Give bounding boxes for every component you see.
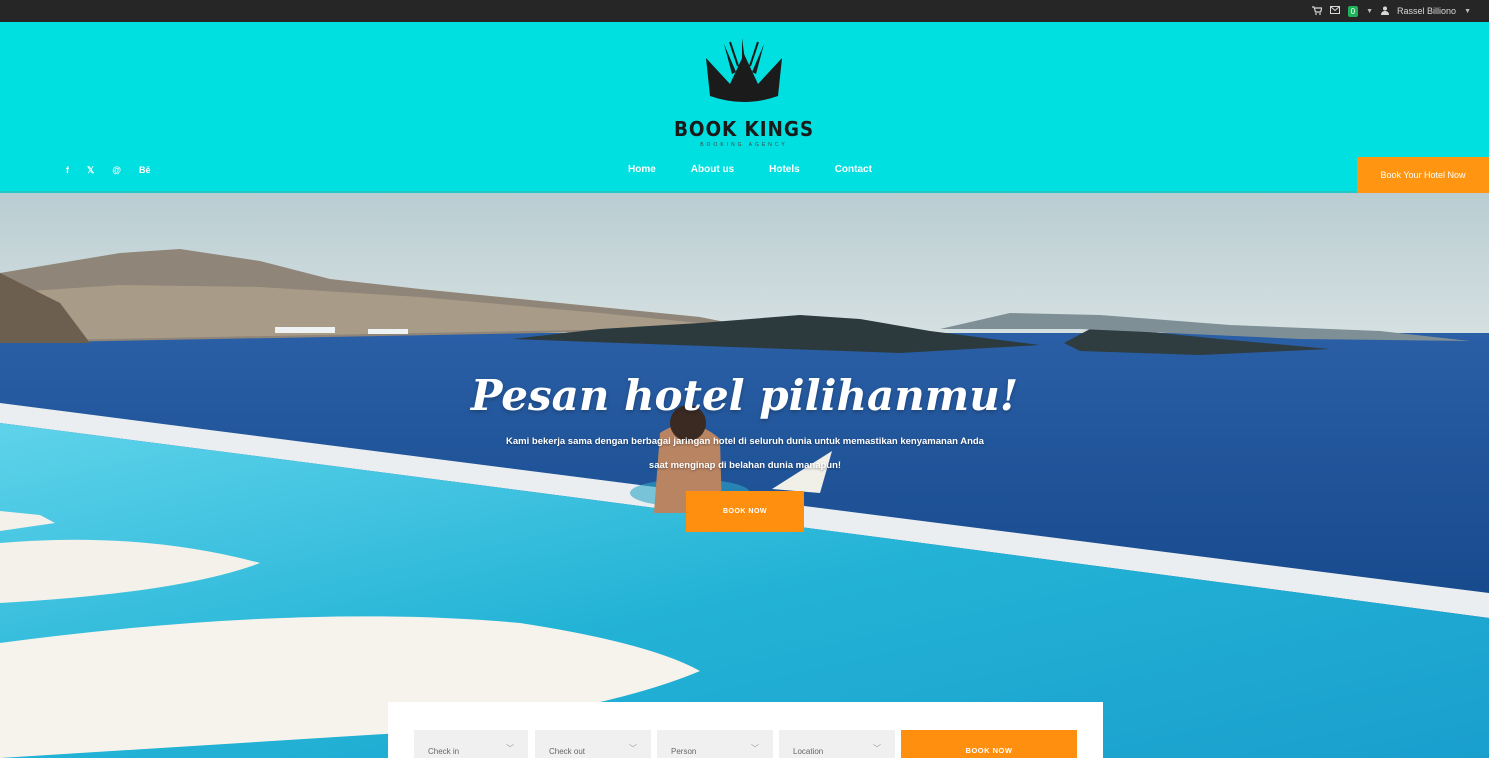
hero-title: Pesan hotel pilihanmu! [470, 371, 1019, 420]
crown-logo-icon [706, 38, 782, 102]
main-nav: Home About us Hotels Contact [628, 164, 872, 175]
book-hotel-now-button[interactable]: Book Your Hotel Now [1357, 157, 1489, 193]
hero-section: Pesan hotel pilihanmu! Kami bekerja sama… [0, 193, 1489, 758]
site-header: BOOK KINGS BOOKING AGENCY f 𝕏 @ Bē Home … [0, 22, 1489, 193]
social-links: f 𝕏 @ Bē [66, 165, 151, 176]
logo[interactable]: BOOK KINGS BOOKING AGENCY [666, 36, 822, 148]
logo-subtitle: BOOKING AGENCY [700, 142, 788, 148]
chevron-down-icon: ﹀ [629, 744, 637, 753]
check-out-field[interactable]: Check out ﹀ [535, 730, 651, 758]
nav-home[interactable]: Home [628, 164, 656, 175]
facebook-icon[interactable]: f [66, 165, 69, 176]
nav-about-us[interactable]: About us [691, 164, 734, 175]
user-icon [1381, 6, 1390, 17]
location-field[interactable]: Location ﹀ [779, 730, 895, 758]
behance-icon[interactable]: Bē [139, 165, 151, 176]
check-in-label: Check in [428, 747, 460, 756]
nav-hotels[interactable]: Hotels [769, 164, 800, 175]
person-field[interactable]: Person ﹀ [657, 730, 773, 758]
chevron-down-icon: ﹀ [873, 744, 881, 753]
chevron-down-icon[interactable]: ▼ [1464, 8, 1471, 15]
check-in-field[interactable]: Check in ﹀ [414, 730, 528, 758]
top-utility-bar: 0 ▼ Rassel Billiono ▼ [0, 0, 1489, 22]
hero-book-now-button[interactable]: BOOK NOW [686, 491, 804, 532]
user-name[interactable]: Rassel Billiono [1397, 6, 1456, 16]
check-out-label: Check out [549, 747, 586, 756]
chevron-down-icon[interactable]: ▼ [1366, 8, 1373, 15]
booking-search-panel: Check in ﹀ Check out ﹀ Person ﹀ Location… [388, 702, 1103, 758]
email-icon[interactable]: @ [112, 165, 121, 176]
notification-badge: 0 [1347, 5, 1359, 17]
mail-icon[interactable] [1329, 6, 1340, 16]
chevron-down-icon: ﹀ [751, 744, 759, 753]
chevron-down-icon: ﹀ [506, 744, 514, 753]
hero-description: Kami bekerja sama dengan berbagai jaring… [506, 436, 984, 471]
person-label: Person [671, 747, 697, 756]
cart-icon[interactable] [1311, 5, 1323, 17]
twitter-icon[interactable]: 𝕏 [87, 165, 94, 176]
logo-name: BOOK KINGS [673, 117, 815, 141]
nav-contact[interactable]: Contact [835, 164, 872, 175]
location-label: Location [793, 747, 824, 756]
topbar-right: 0 ▼ Rassel Billiono ▼ [1311, 0, 1471, 22]
search-book-now-button[interactable]: BOOK NOW [901, 730, 1077, 758]
